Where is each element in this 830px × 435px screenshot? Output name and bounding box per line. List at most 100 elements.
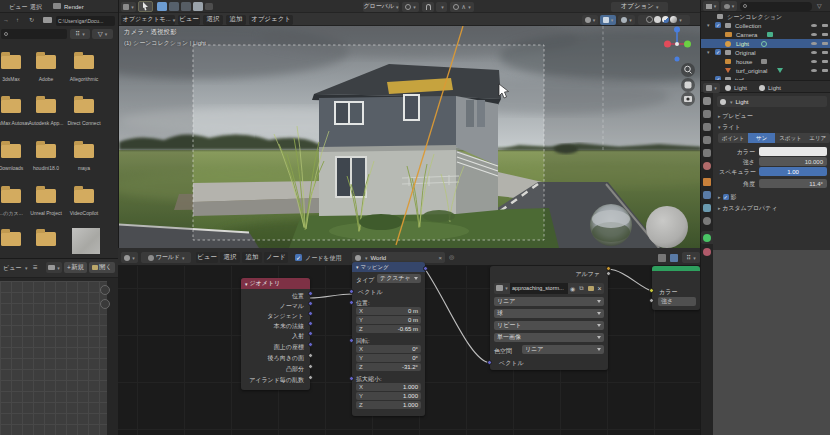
folder-label[interactable]: maya: [66, 165, 102, 171]
tool-icon-5[interactable]: [205, 3, 213, 10]
overlays-dropdown[interactable]: ▾: [600, 15, 616, 25]
unlink-image-button[interactable]: ×: [595, 283, 604, 294]
background-color-in[interactable]: [649, 288, 654, 293]
outliner-row-camera[interactable]: Camera: [701, 30, 830, 39]
viewport-menu-add[interactable]: 追加: [226, 15, 246, 25]
active-tool-button[interactable]: [138, 1, 153, 12]
mapping-vector-in[interactable]: [349, 289, 354, 294]
strength-field[interactable]: 10.000: [759, 157, 827, 166]
tab-render[interactable]: [703, 110, 711, 118]
tab-scene[interactable]: [703, 149, 711, 157]
eye-icon[interactable]: [811, 51, 817, 55]
tab-physics[interactable]: [703, 217, 711, 225]
folder-item[interactable]: [1, 144, 21, 158]
outliner-row-turf-original[interactable]: turf_original: [701, 66, 830, 75]
texture-image-icon-button[interactable]: ▾: [494, 283, 510, 294]
folder-item[interactable]: [36, 99, 56, 113]
mode-dropdown[interactable]: オブジェクトモ...▾: [121, 15, 175, 25]
folder-item[interactable]: [36, 144, 56, 158]
shading-rendered-icon[interactable]: [670, 16, 677, 23]
outliner-search[interactable]: [740, 2, 812, 11]
extension-dropdown[interactable]: リピート: [494, 321, 604, 330]
mapping-rot-in[interactable]: [349, 338, 354, 343]
node-menu-view[interactable]: ビュー: [196, 252, 218, 263]
viewport-scene[interactable]: [119, 26, 701, 248]
image-editor-canvas[interactable]: [0, 281, 107, 435]
mapping-loc-in[interactable]: [349, 300, 354, 305]
snapping-icon[interactable]: [658, 254, 666, 262]
folder-item[interactable]: [1, 189, 21, 203]
mapping-rot-y[interactable]: Y0°: [356, 354, 421, 362]
open-image-button[interactable]: [586, 283, 595, 294]
tab-modifiers[interactable]: [703, 191, 711, 199]
image-datablock-button[interactable]: ▾: [46, 262, 62, 273]
mapping-loc-z[interactable]: Z-0.65 m: [356, 325, 421, 333]
outliner-row-light[interactable]: Light: [701, 39, 830, 48]
render-visibility-icon[interactable]: [822, 60, 828, 64]
pan-icon[interactable]: [100, 299, 110, 309]
mapping-scale-y[interactable]: Y1.000: [356, 392, 421, 400]
tab-data-active[interactable]: [701, 231, 713, 244]
viewport-menu-select[interactable]: 選択: [203, 15, 223, 25]
specular-field[interactable]: 1.00: [759, 167, 827, 176]
folder-label[interactable]: Downloads: [0, 165, 29, 171]
light-type-spot[interactable]: スポット: [775, 133, 805, 143]
mapping-scale-z[interactable]: Z1.000: [356, 401, 421, 409]
mapping-loc-y[interactable]: Y0 m: [356, 316, 421, 324]
uv-select-menu[interactable]: 選択: [30, 4, 42, 10]
nav-forward-icon[interactable]: →: [3, 17, 9, 23]
shading-wireframe-icon[interactable]: [646, 16, 653, 23]
mapping-type-dropdown[interactable]: テクスチャ: [377, 274, 421, 283]
folder-item[interactable]: [1, 99, 21, 113]
image-view-menu[interactable]: ビュー ▾: [3, 265, 27, 271]
socket-position[interactable]: [308, 291, 313, 296]
source-dropdown[interactable]: 単一画像: [494, 333, 604, 342]
eye-icon[interactable]: [811, 60, 817, 64]
mapping-scale-in[interactable]: [349, 376, 354, 381]
tab-world[interactable]: [703, 162, 711, 170]
interpolation-dropdown[interactable]: リニア: [494, 297, 604, 306]
viewport-menu-object[interactable]: オブジェクト: [249, 15, 293, 25]
editor-type-button[interactable]: ▾: [121, 2, 136, 12]
breadcrumb-object-dropdown[interactable]: ▾: [703, 83, 720, 93]
mapping-loc-x[interactable]: X0 m: [356, 307, 421, 315]
nav-refresh-icon[interactable]: ↻: [29, 17, 34, 23]
socket-parametric[interactable]: [308, 342, 313, 347]
pivot-dropdown[interactable]: ▾: [402, 2, 419, 12]
folder-label[interactable]: 3dsMax Autosav: [0, 120, 29, 126]
shader-type-dropdown[interactable]: ワールド▾: [141, 252, 191, 263]
shadow-panel-header[interactable]: ▸ ✓ 影: [718, 194, 737, 200]
tab-output[interactable]: [703, 123, 711, 131]
breadcrumb-object-label[interactable]: Light: [734, 85, 747, 91]
node-editor-type-button[interactable]: ▾: [121, 252, 138, 263]
zoom-icon[interactable]: [100, 285, 110, 295]
folder-item[interactable]: [74, 55, 94, 69]
texture-image-name-field[interactable]: approaching_storm...: [510, 283, 568, 294]
node-menu-add[interactable]: 追加: [242, 252, 262, 263]
display-mode-button[interactable]: ⠿▾: [70, 29, 90, 39]
folder-label[interactable]: houdini18.0: [28, 165, 64, 171]
eye-icon[interactable]: [811, 33, 817, 37]
colorspace-dropdown[interactable]: リニア: [522, 345, 604, 354]
geometry-node[interactable]: ▾ジオメトリ 位置 ノーマル タンジェント 本来の法線 入射 面上の座標 後ろ向…: [241, 278, 310, 390]
tab-object[interactable]: [703, 178, 711, 186]
mapping-scale-x[interactable]: X1.000: [356, 383, 421, 391]
hamburger-icon[interactable]: ≡: [33, 264, 38, 272]
socket-normal[interactable]: [308, 301, 313, 306]
folder-label[interactable]: VideoCopilot: [66, 210, 102, 216]
folder-item[interactable]: [1, 232, 21, 246]
folder-item[interactable]: [74, 189, 94, 203]
eye-icon[interactable]: [811, 69, 817, 73]
light-name-field[interactable]: ▾ Light: [717, 96, 827, 107]
tool-icon-2[interactable]: [169, 2, 179, 11]
new-folder-icon[interactable]: [43, 17, 52, 23]
xray-dropdown[interactable]: ▾: [618, 15, 635, 25]
light-type-sun[interactable]: サン: [748, 133, 775, 143]
tab-tool[interactable]: [703, 97, 711, 105]
socket-tangent[interactable]: [308, 311, 313, 316]
geometry-node-header[interactable]: ▾ジオメトリ: [241, 278, 310, 289]
shading-modes-group[interactable]: ▾: [638, 15, 690, 25]
editor-options-dropdown[interactable]: ⠿▾: [682, 252, 700, 263]
image-new-button[interactable]: + 新規: [64, 262, 87, 273]
preview-panel-header[interactable]: ▸ プレビュー: [718, 113, 753, 119]
